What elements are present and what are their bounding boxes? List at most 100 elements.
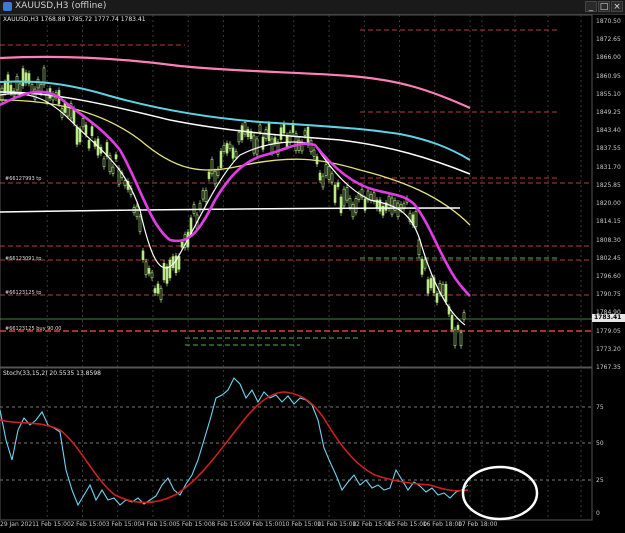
candle-body <box>150 272 154 279</box>
symbol-info-line: XAUUSD,H3 1768.88 1785.72 1777.74 1783.4… <box>3 16 146 23</box>
candle-body <box>450 314 454 330</box>
current-price-label: 1783.41 <box>594 314 622 321</box>
time-tick-label: 1 Feb 15:00 <box>35 521 71 528</box>
candle-body <box>228 143 232 149</box>
candle-body <box>342 188 346 207</box>
candle-body <box>351 204 355 218</box>
price-tick-label: 1802.45 <box>596 254 621 262</box>
candle-body <box>90 126 94 136</box>
candle-body <box>255 138 259 155</box>
candle-body <box>84 124 88 135</box>
candle-body <box>219 150 223 168</box>
candle-body <box>135 205 139 218</box>
price-tick-label: 1808.30 <box>596 236 621 244</box>
candle-body <box>270 138 274 154</box>
order-levels <box>0 29 592 346</box>
price-tick-label: 1860.95 <box>596 72 621 80</box>
candle-body <box>15 76 19 91</box>
candle-body <box>201 190 205 200</box>
order-label: #66123125 buy 90.00 <box>5 326 62 332</box>
candle-body <box>258 124 262 133</box>
candle-body <box>336 182 340 187</box>
candle-body <box>414 211 418 227</box>
candle-body <box>177 256 181 270</box>
time-tick-label: 9 Feb 15:00 <box>246 521 283 528</box>
candle-body <box>231 147 235 159</box>
candle-body <box>354 198 358 213</box>
candle-body <box>417 239 421 256</box>
stoch-signal-line <box>0 391 469 504</box>
candle-body <box>330 173 334 183</box>
time-tick-label: 12 Feb 15:00 <box>352 521 392 528</box>
candle-body <box>324 164 328 176</box>
candle-body <box>246 129 250 138</box>
stoch-level-0: 0 <box>596 510 600 517</box>
time-tick-label: 17 Feb 18:00 <box>458 521 498 528</box>
candle-body <box>111 166 115 174</box>
time-tick-label: 29 Jan 2021 <box>0 521 36 528</box>
stoch-main-line <box>0 377 469 507</box>
price-tick-label: 1872.65 <box>596 36 621 44</box>
candle-body <box>267 123 271 141</box>
time-tick-label: 8 Feb 15:00 <box>211 521 247 528</box>
candle-body <box>429 278 433 289</box>
price-tick-label: 1796.60 <box>596 272 621 280</box>
candle-body <box>459 332 463 346</box>
candle-body <box>162 263 166 281</box>
candle-body <box>114 154 118 160</box>
candle-body <box>147 268 151 274</box>
candle-body <box>153 288 157 294</box>
candle-body <box>453 329 457 346</box>
price-tick-label: 1849.25 <box>596 109 621 117</box>
candle-body <box>168 260 172 279</box>
candle-body <box>462 312 466 320</box>
candle-body <box>456 325 460 330</box>
candle-body <box>159 287 163 300</box>
candle-body <box>423 259 427 269</box>
chart-window: XAUUSD,H3 (offline) _ □ × XAUUSD,H3 1768… <box>0 0 625 533</box>
stoch-level-25: 25 <box>596 477 604 484</box>
candle-body <box>237 132 241 143</box>
price-tick-label: 1790.75 <box>596 291 621 299</box>
candle-body <box>156 283 160 294</box>
candle-body <box>444 283 448 303</box>
candle-body <box>426 279 430 294</box>
candle-body <box>204 190 208 203</box>
candle-body <box>312 149 316 157</box>
candle-body <box>144 261 148 276</box>
candle-body <box>309 139 313 153</box>
candle-body <box>102 158 106 167</box>
time-tick-label: 2 Feb 15:00 <box>70 521 106 528</box>
candle-body <box>321 175 325 188</box>
price-tick-label: 1814.15 <box>596 218 621 226</box>
candle-body <box>123 180 127 186</box>
candle-body <box>318 172 322 181</box>
stoch-pane <box>0 367 593 521</box>
candle-body <box>240 125 244 141</box>
candle-body <box>138 216 142 232</box>
price-tick-label: 1825.85 <box>596 181 621 189</box>
candle-body <box>180 241 184 248</box>
candle-body <box>327 166 331 180</box>
chart-canvas[interactable] <box>0 0 625 533</box>
candle-body <box>285 135 289 148</box>
price-tick-label: 1870.50 <box>596 18 621 25</box>
stoch-level-75: 75 <box>596 404 604 411</box>
time-tick-label: 4 Feb 15:00 <box>140 521 177 528</box>
candle-body <box>303 130 307 136</box>
candle-body <box>333 184 337 203</box>
candle-body <box>3 82 7 94</box>
candle-body <box>75 127 79 145</box>
candle-body <box>420 258 424 275</box>
price-tick-label: 1866.00 <box>596 54 621 62</box>
candle-body <box>369 193 373 201</box>
candle-body <box>306 126 310 146</box>
highlight-ellipse[interactable] <box>461 465 539 521</box>
candle-body <box>210 159 214 175</box>
candle-body <box>261 136 265 150</box>
price-tick-label: 1767.35 <box>596 364 621 371</box>
candle-body <box>234 151 238 158</box>
candle-body <box>387 195 391 210</box>
candle-body <box>339 196 343 214</box>
order-label: #66123125 tp <box>5 290 42 296</box>
